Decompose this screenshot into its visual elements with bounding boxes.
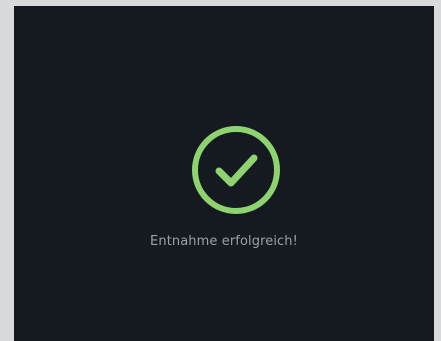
success-message: Entnahme erfolgreich! [150, 234, 298, 249]
success-screen: Entnahme erfolgreich! [14, 6, 434, 341]
check-circle-icon [190, 124, 282, 216]
